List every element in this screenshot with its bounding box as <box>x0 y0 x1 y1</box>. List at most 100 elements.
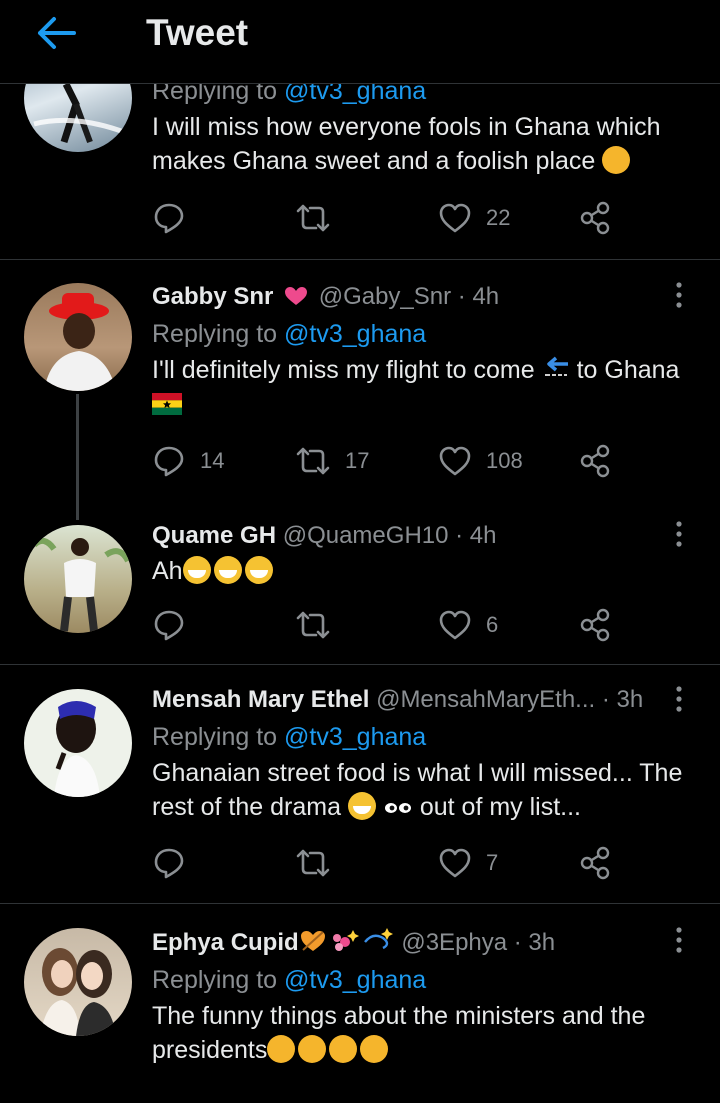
avatar[interactable] <box>24 525 132 633</box>
like-count: 7 <box>486 850 499 875</box>
mention-link[interactable]: @tv3_ghana <box>284 966 426 994</box>
tweet-actions: 14 17 108 <box>152 439 632 483</box>
tweet-header: Mensah Mary Ethel @MensahMaryEth... · 3h <box>152 682 692 718</box>
retweet-count: 17 <box>345 448 370 473</box>
top-bar: Tweet <box>0 0 720 84</box>
reply-icon <box>154 610 184 641</box>
retweet-icon <box>296 849 330 877</box>
reply-icon <box>154 203 184 234</box>
mention-link[interactable]: @tv3_ghana <box>284 320 426 348</box>
handle-timestamp[interactable]: @MensahMaryEth... · 3h <box>376 686 643 713</box>
like-button[interactable]: 108 <box>438 439 523 483</box>
tweet-header: Ephya Cupid @3Ephya · 3h <box>152 925 692 961</box>
like-icon <box>439 848 471 878</box>
retweet-button[interactable] <box>295 603 345 647</box>
more-options-button[interactable] <box>672 926 686 956</box>
kiss-emoji-icon <box>298 1035 327 1063</box>
tweet-card[interactable]: Quame GH @QuameGH10 · 4h Ah 6 <box>0 504 720 664</box>
laughing-emoji-icon <box>244 556 273 584</box>
like-count: 22 <box>486 205 511 230</box>
tweet-card[interactable]: Mensah Mary Ethel @MensahMaryEth... · 3h… <box>0 665 720 903</box>
avatar-photo <box>44 293 116 391</box>
tweet-actions: 22 <box>152 196 632 240</box>
like-icon <box>439 446 471 476</box>
like-count: 6 <box>486 612 499 637</box>
eyes-emoji-icon <box>384 803 411 813</box>
mention-link[interactable]: @tv3_ghana <box>284 723 426 751</box>
tweet-card[interactable]: Gabby Snr @Gaby_Snr · 4h Replying to @tv… <box>0 260 720 520</box>
like-icon <box>439 203 471 233</box>
display-name[interactable]: Mensah Mary Ethel <box>152 686 369 713</box>
avatar[interactable] <box>24 283 132 391</box>
avatar-photo <box>40 948 116 1036</box>
like-button[interactable]: 7 <box>438 841 498 885</box>
handle-timestamp[interactable]: @Gaby_Snr · 4h <box>319 283 499 310</box>
kiss-emoji-icon <box>602 146 631 174</box>
display-name[interactable]: Quame GH <box>152 522 276 549</box>
tweet-actions: 7 <box>152 841 632 885</box>
more-options-button[interactable] <box>672 281 686 311</box>
more-icon <box>676 521 682 547</box>
more-options-button[interactable] <box>672 520 686 550</box>
tweet-text: The funny things about the ministers and… <box>152 1002 646 1064</box>
share-icon <box>580 846 610 880</box>
retweet-icon <box>296 611 330 639</box>
back-arrow-emoji-icon <box>543 356 568 380</box>
reply-button[interactable] <box>152 841 200 885</box>
laughing-emoji-icon <box>347 792 376 820</box>
share-button[interactable] <box>579 841 611 885</box>
laughing-emoji-icon <box>213 556 242 584</box>
like-button[interactable]: 22 <box>438 196 510 240</box>
retweet-button[interactable] <box>295 196 345 240</box>
tweet-card[interactable]: Ephya Cupid @3Ephya · 3h Replying to @tv… <box>0 904 720 1103</box>
laughing-emoji-icon <box>182 556 211 584</box>
pink-heart-icon <box>285 287 308 305</box>
tweet-text: Ah <box>152 554 692 588</box>
more-icon <box>676 686 682 712</box>
like-count: 108 <box>486 448 523 473</box>
more-icon <box>676 282 682 308</box>
tweet-header: Quame GH @QuameGH10 · 4h <box>152 518 692 554</box>
tweet-text: I will miss how everyone fools in Ghana … <box>152 113 661 175</box>
avatar-photo <box>54 701 100 797</box>
tweet-text: Ghanaian street food is what I will miss… <box>152 759 683 821</box>
kiss-emoji-icon <box>267 1035 296 1063</box>
tweet-header: Gabby Snr @Gaby_Snr · 4h <box>152 279 692 315</box>
share-icon <box>580 444 610 478</box>
reply-icon <box>154 446 184 477</box>
ghana-flag-icon <box>152 393 182 415</box>
avatar[interactable] <box>24 928 132 1036</box>
kiss-emoji-icon <box>329 1035 358 1063</box>
share-button[interactable] <box>579 603 611 647</box>
more-icon <box>676 927 682 953</box>
kiss-emoji-icon <box>360 1035 389 1063</box>
retweet-icon <box>296 447 330 475</box>
reply-button[interactable]: 14 <box>152 439 224 483</box>
reply-button[interactable] <box>152 196 200 240</box>
name-emoji-icons <box>300 928 393 951</box>
avatar[interactable] <box>24 689 132 797</box>
retweet-button[interactable] <box>295 841 345 885</box>
avatar-photo <box>31 537 131 632</box>
share-button[interactable] <box>579 439 611 483</box>
tweet-text: I'll definitely miss my flight to come t… <box>152 353 692 421</box>
like-button[interactable]: 6 <box>438 603 498 647</box>
handle-timestamp[interactable]: @3Ephya · 3h <box>401 929 555 956</box>
retweet-button[interactable]: 17 <box>295 439 369 483</box>
handle-timestamp[interactable]: @QuameGH10 · 4h <box>283 522 497 549</box>
back-arrow-icon[interactable] <box>34 14 78 52</box>
share-icon <box>580 608 610 642</box>
display-name[interactable]: Gabby Snr <box>152 283 273 310</box>
like-icon <box>439 610 471 640</box>
retweet-icon <box>296 204 330 232</box>
share-button[interactable] <box>579 196 611 240</box>
replying-to: Replying to @tv3_ghana <box>152 320 427 348</box>
reply-button[interactable] <box>152 603 200 647</box>
tweet-actions: 6 <box>152 603 632 647</box>
share-icon <box>580 201 610 235</box>
reply-count: 14 <box>200 448 225 473</box>
replying-to: Replying to @tv3_ghana <box>152 966 427 994</box>
display-name[interactable]: Ephya Cupid <box>152 929 299 956</box>
more-options-button[interactable] <box>672 685 686 715</box>
page-title: Tweet <box>146 12 249 53</box>
